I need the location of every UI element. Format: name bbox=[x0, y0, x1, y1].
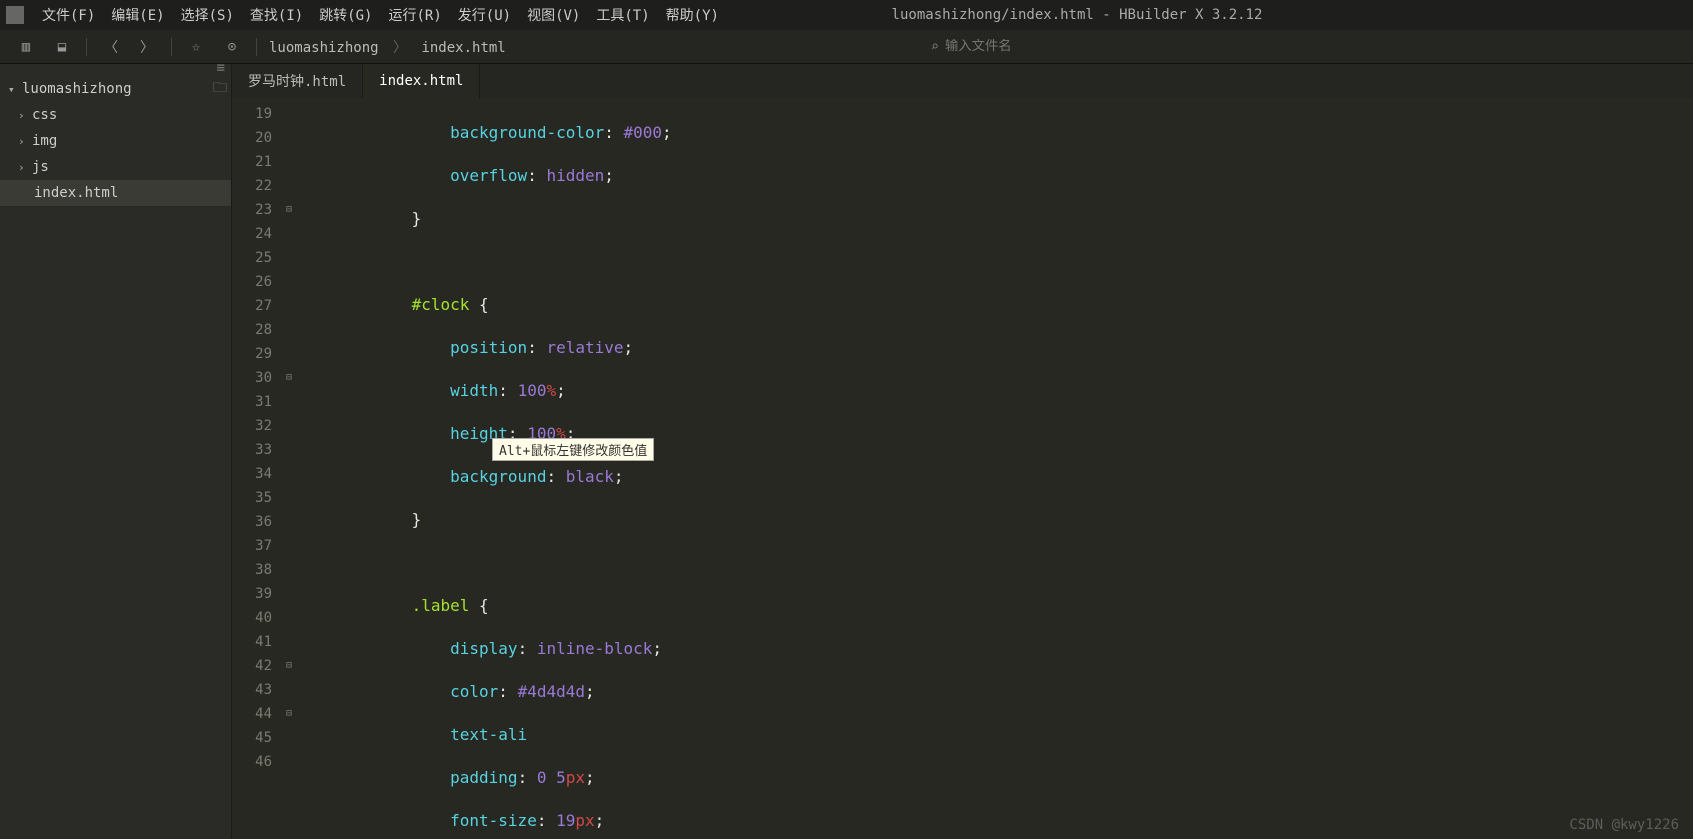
tree-folder-js[interactable]: › js bbox=[0, 154, 231, 180]
window-title: luomashizhong/index.html - HBuilder X 3.… bbox=[727, 7, 1427, 23]
chevron-right-icon: › bbox=[18, 109, 32, 122]
tree-label: index.html bbox=[34, 185, 118, 201]
menu-publish[interactable]: 发行(U) bbox=[450, 5, 519, 25]
project-explorer: ≡ ▾ luomashizhong 🗀 › css › img › js ind… bbox=[0, 64, 232, 839]
nav-forward-icon[interactable]: 〉 bbox=[137, 37, 157, 57]
tree-folder-img[interactable]: › img bbox=[0, 128, 231, 154]
tree-root[interactable]: ▾ luomashizhong 🗀 bbox=[0, 76, 231, 102]
app-logo-icon bbox=[6, 6, 24, 24]
favorite-icon[interactable]: ☆ bbox=[186, 37, 206, 57]
menu-goto[interactable]: 跳转(G) bbox=[311, 5, 380, 25]
menu-select[interactable]: 选择(S) bbox=[173, 5, 242, 25]
toolbar: ▥ ⬓ 〈 〉 ☆ ⊙ luomashizhong 〉 index.html ⌕ bbox=[0, 30, 1693, 64]
terminal-icon[interactable]: ⬓ bbox=[52, 37, 72, 57]
tab-luomashizhong[interactable]: 罗马时钟.html bbox=[232, 64, 363, 98]
nav-back-icon[interactable]: 〈 bbox=[101, 37, 121, 57]
menu-bar: 文件(F) 编辑(E) 选择(S) 查找(I) 跳转(G) 运行(R) 发行(U… bbox=[0, 0, 1693, 30]
run-icon[interactable]: ⊙ bbox=[222, 37, 242, 57]
file-search-input[interactable] bbox=[945, 39, 1125, 54]
fold-toggle-icon[interactable]: ⊟ bbox=[282, 366, 296, 390]
tree-label: luomashizhong bbox=[22, 81, 132, 97]
search-icon: ⌕ bbox=[931, 39, 939, 55]
chevron-right-icon: › bbox=[18, 161, 32, 174]
menu-view[interactable]: 视图(V) bbox=[519, 5, 588, 25]
menu-file[interactable]: 文件(F) bbox=[34, 5, 103, 25]
tree-label: img bbox=[32, 133, 57, 149]
folder-icon: 🗀 bbox=[213, 77, 231, 101]
menu-help[interactable]: 帮助(Y) bbox=[658, 5, 727, 25]
color-tooltip: Alt+鼠标左键修改颜色值 bbox=[492, 438, 654, 461]
editor-area: 罗马时钟.html index.html ◂ 19202122 23242526… bbox=[232, 64, 1693, 839]
breadcrumb-seg-1[interactable]: index.html bbox=[421, 40, 505, 56]
fold-toggle-icon[interactable]: ⊟ bbox=[282, 702, 296, 726]
menu-tools[interactable]: 工具(T) bbox=[588, 5, 657, 25]
fold-column: ⊟ ⊟ ⊟ ⊟ bbox=[282, 98, 296, 839]
tree-folder-css[interactable]: › css bbox=[0, 102, 231, 128]
sidebar-handle-icon[interactable]: ≡ bbox=[0, 64, 231, 72]
tab-index[interactable]: index.html bbox=[363, 64, 480, 98]
sidebar-toggle-icon[interactable]: ▥ bbox=[16, 37, 36, 57]
menu-run[interactable]: 运行(R) bbox=[380, 5, 449, 25]
tree-file-index[interactable]: index.html bbox=[0, 180, 231, 206]
code-viewport[interactable]: background-color: #000; overflow: hidden… bbox=[296, 98, 1693, 839]
editor-tabs: 罗马时钟.html index.html bbox=[232, 64, 1693, 98]
chevron-down-icon: ▾ bbox=[8, 83, 22, 96]
breadcrumb-seg-0[interactable]: luomashizhong bbox=[269, 40, 379, 56]
tree-label: css bbox=[32, 107, 57, 123]
breadcrumb: luomashizhong 〉 index.html bbox=[269, 37, 506, 57]
fold-toggle-icon[interactable]: ⊟ bbox=[282, 198, 296, 222]
tree-label: js bbox=[32, 159, 49, 175]
menu-find[interactable]: 查找(I) bbox=[242, 5, 311, 25]
chevron-right-icon: › bbox=[18, 135, 32, 148]
watermark: CSDN @kwy1226 bbox=[1569, 817, 1679, 833]
line-gutter: 19202122 23242526 27282930 31323334 3536… bbox=[232, 98, 282, 839]
menu-edit[interactable]: 编辑(E) bbox=[103, 5, 172, 25]
fold-toggle-icon[interactable]: ⊟ bbox=[282, 654, 296, 678]
file-search[interactable]: ⌕ bbox=[931, 39, 1125, 55]
